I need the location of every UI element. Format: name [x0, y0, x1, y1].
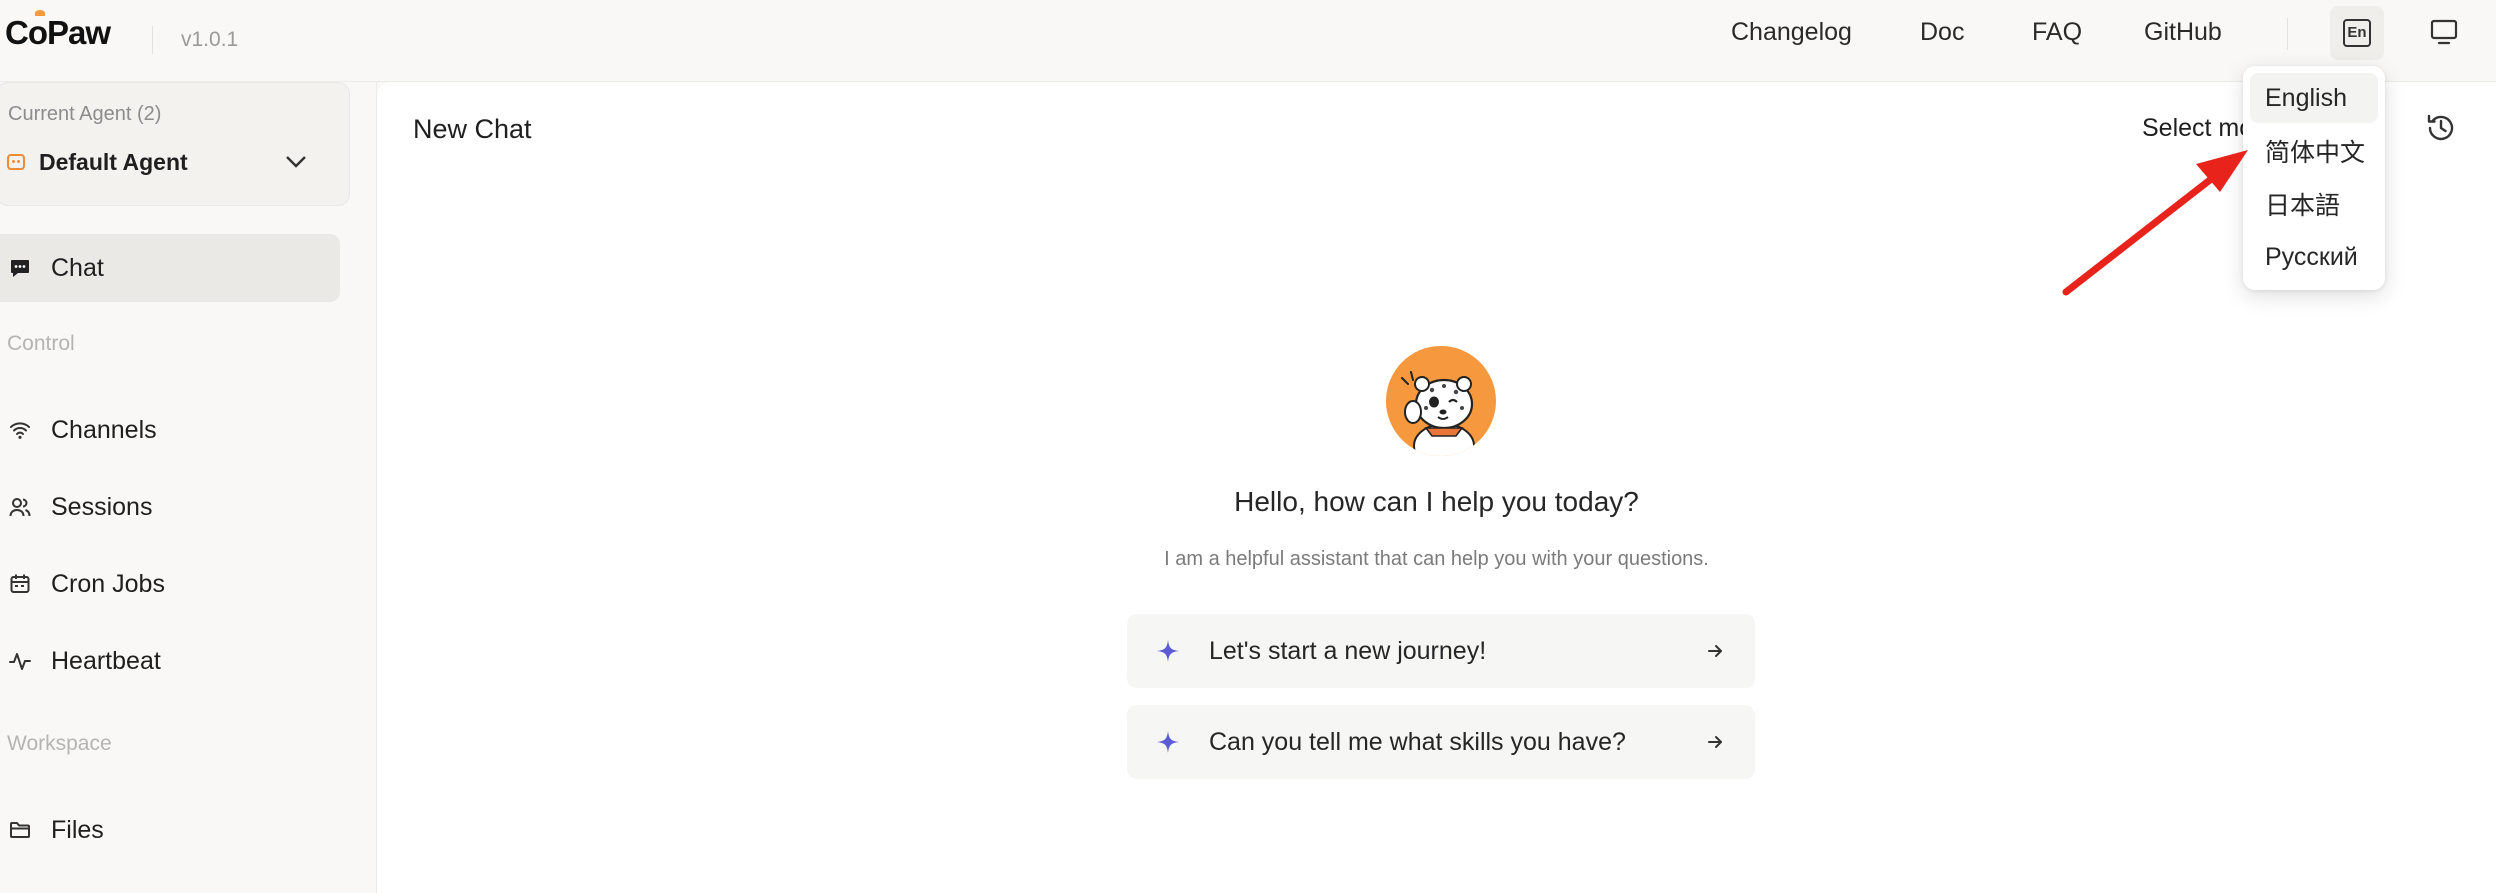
language-button[interactable]: En — [2330, 6, 2384, 60]
nav-changelog[interactable]: Changelog — [1731, 18, 1852, 47]
sidebar-item-label: Channels — [51, 415, 157, 444]
users-icon — [9, 496, 31, 518]
sidebar-item-label: Cron Jobs — [51, 569, 165, 598]
app-version: v1.0.1 — [152, 26, 238, 54]
suggestion-card[interactable]: Let's start a new journey! — [1127, 614, 1755, 688]
chat-panel: New Chat Select mo Hello, how can I help… — [377, 82, 2496, 893]
section-workspace: Workspace — [7, 732, 112, 755]
welcome-heading: Hello, how can I help you today? — [1234, 486, 1639, 517]
suggestion-text: Can you tell me what skills you have? — [1209, 727, 1626, 756]
top-header: CoPaw v1.0.1 Changelog Doc FAQ GitHub En — [0, 0, 2496, 82]
arrow-right-icon — [1708, 736, 1722, 748]
language-option-english[interactable]: English — [2250, 73, 2378, 123]
sidebar-item-label: Heartbeat — [51, 646, 161, 675]
robot-icon — [7, 154, 25, 170]
agent-row[interactable]: Default Agent — [7, 145, 307, 179]
language-option-simplified-chinese[interactable]: 简体中文 — [2250, 126, 2378, 176]
sidebar-item-label: Files — [51, 815, 104, 844]
assistant-avatar — [1386, 346, 1496, 456]
agent-selector[interactable]: Current Agent (2) Default Agent — [0, 82, 350, 206]
history-icon[interactable] — [2425, 112, 2457, 144]
display-button[interactable] — [2420, 10, 2468, 54]
sparkle-icon — [1157, 640, 1179, 662]
nav-github[interactable]: GitHub — [2144, 18, 2222, 47]
sidebar-item-label: Chat — [51, 253, 104, 282]
activity-icon — [9, 650, 31, 672]
model-selector[interactable]: Select mo — [2142, 114, 2253, 143]
language-menu: English 简体中文 日本語 Русский — [2243, 66, 2385, 290]
welcome-subtitle: I am a helpful assistant that can help y… — [1164, 548, 1709, 570]
nav-doc[interactable]: Doc — [1920, 18, 1964, 47]
folder-icon — [9, 819, 31, 841]
agent-name: Default Agent — [39, 148, 188, 175]
language-en-icon: En — [2343, 19, 2371, 47]
section-control: Control — [7, 332, 75, 355]
header-divider — [2287, 18, 2288, 50]
language-option-russian[interactable]: Русский — [2250, 232, 2378, 282]
sidebar-item-sessions[interactable]: Sessions — [0, 473, 340, 541]
agent-caption: Current Agent (2) — [8, 103, 162, 125]
wifi-icon — [9, 419, 31, 441]
sidebar-item-cron-jobs[interactable]: Cron Jobs — [0, 550, 340, 618]
calendar-icon — [9, 573, 31, 595]
sidebar: Current Agent (2) Default Agent Chat Con… — [0, 82, 377, 893]
monitor-icon — [2430, 19, 2458, 45]
sidebar-item-files[interactable]: Files — [0, 796, 340, 864]
sidebar-item-label: Sessions — [51, 492, 153, 521]
nav-faq[interactable]: FAQ — [2032, 18, 2082, 47]
page-title: New Chat — [413, 114, 532, 144]
arrow-right-icon — [1708, 645, 1722, 657]
language-option-japanese[interactable]: 日本語 — [2250, 179, 2378, 229]
suggestion-card[interactable]: Can you tell me what skills you have? — [1127, 705, 1755, 779]
sidebar-item-heartbeat[interactable]: Heartbeat — [0, 627, 340, 695]
app-logo[interactable]: CoPaw — [5, 10, 111, 52]
suggestion-text: Let's start a new journey! — [1209, 636, 1487, 665]
sidebar-item-chat[interactable]: Chat — [0, 234, 340, 302]
sidebar-item-channels[interactable]: Channels — [0, 396, 340, 464]
sparkle-icon — [1157, 731, 1179, 753]
chevron-down-icon[interactable] — [283, 149, 309, 175]
chat-icon — [9, 257, 31, 279]
